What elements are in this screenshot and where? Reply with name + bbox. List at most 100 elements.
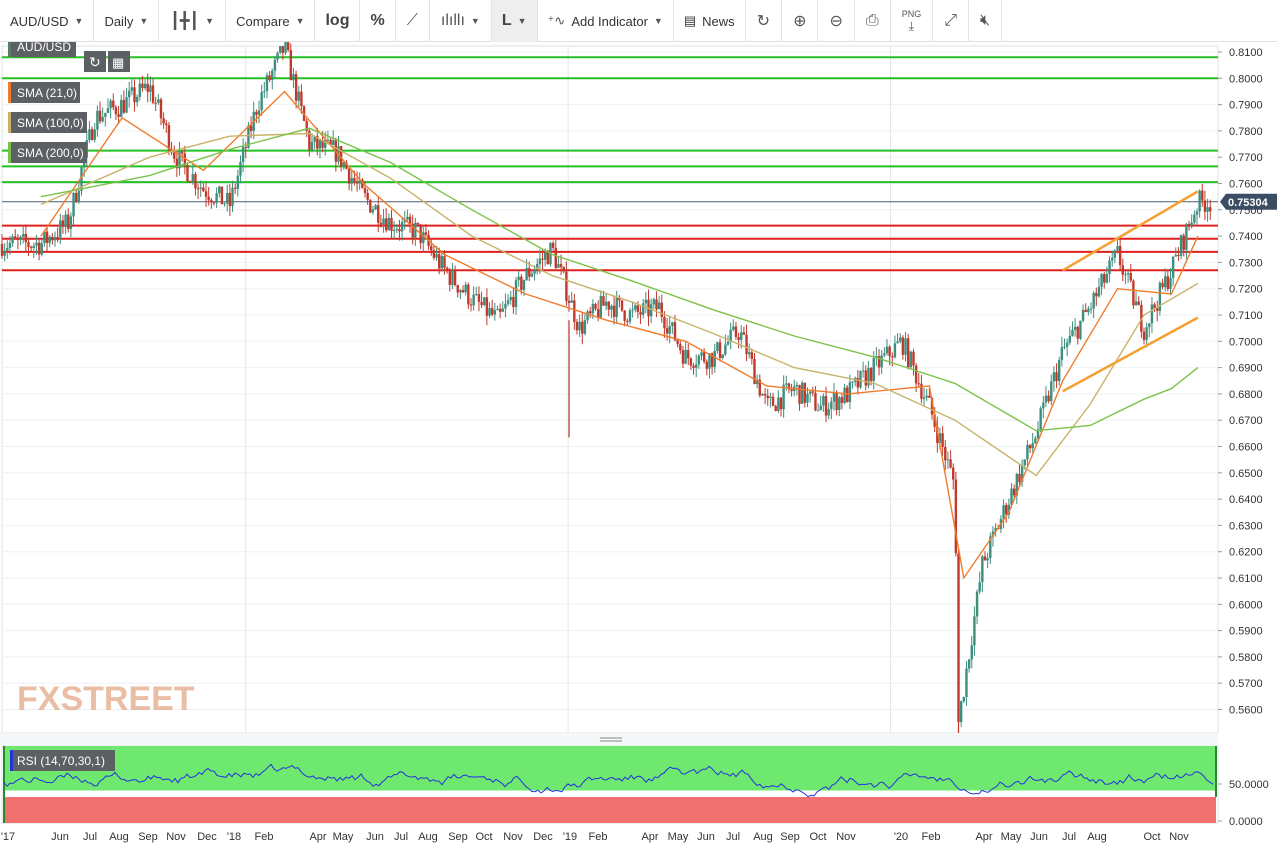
legend-label: SMA (100,0) xyxy=(17,116,84,130)
candle-body xyxy=(6,248,9,251)
candle-body xyxy=(1018,473,1021,483)
y-tick-label: 0.8000 xyxy=(1229,73,1263,85)
x-tick-label: Nov xyxy=(1169,831,1189,843)
candle-body xyxy=(1028,444,1032,449)
candle-body xyxy=(37,242,41,255)
candle-body xyxy=(740,332,743,340)
candle-body xyxy=(1039,408,1042,430)
candle-body xyxy=(880,355,883,368)
candle-body xyxy=(530,273,534,277)
candle-body xyxy=(165,123,168,126)
candle-body xyxy=(265,75,269,92)
candle-body xyxy=(1169,277,1172,289)
candle-body xyxy=(1126,273,1130,275)
line-tool-button[interactable]: L ▼ xyxy=(491,0,538,42)
refresh-button[interactable]: ↻ xyxy=(746,0,783,42)
legend-label: AUD/USD xyxy=(17,42,71,54)
x-tick-label: Aug xyxy=(109,831,129,843)
candle-body xyxy=(832,393,836,402)
candle-body xyxy=(851,381,854,383)
candle-body xyxy=(398,229,401,232)
candle-body xyxy=(681,350,685,364)
candle-body xyxy=(766,395,769,399)
zoom-in-button[interactable]: ⊕ xyxy=(782,0,819,42)
candle-body xyxy=(88,129,91,141)
candle-body xyxy=(228,192,232,207)
candle-body xyxy=(520,276,523,290)
news-button[interactable]: ▤ News xyxy=(674,0,746,42)
candle-body xyxy=(435,254,438,258)
y-tick-label: 0.6800 xyxy=(1229,389,1263,401)
candle-body xyxy=(104,112,107,117)
candle-body xyxy=(29,247,33,249)
x-tick-label: Apr xyxy=(975,831,992,843)
candle-body xyxy=(74,192,78,202)
price-chart[interactable]: 0.8100 0.8000 0.7900 0.7800 0.7700 0.7600 0.75… xyxy=(0,33,1277,853)
candle-body xyxy=(271,70,274,81)
candle-body xyxy=(634,305,637,310)
candle-body xyxy=(912,351,915,366)
candle-body xyxy=(1055,372,1058,382)
x-tick-label: Aug xyxy=(753,831,773,843)
x-tick-label: '19 xyxy=(563,831,577,843)
candle-body xyxy=(779,397,783,410)
candle-body xyxy=(565,271,568,301)
zoom-out-button[interactable]: ⊖ xyxy=(818,0,855,42)
percent-scale-button[interactable]: % xyxy=(360,0,396,42)
candle-body xyxy=(355,181,359,184)
y-tick-label: 0.7200 xyxy=(1229,284,1263,296)
mute-button[interactable]: 🔇︎ xyxy=(969,0,1003,42)
candle-body xyxy=(859,370,862,388)
candle-body xyxy=(45,231,49,243)
candle-body xyxy=(472,294,475,306)
candle-body xyxy=(467,284,470,305)
candle-body xyxy=(684,349,687,364)
candle-body xyxy=(157,99,160,103)
volume-button[interactable]: ılıllı ▼ xyxy=(430,0,492,42)
candle-body xyxy=(379,222,383,225)
candle-body xyxy=(1079,320,1082,339)
log-scale-button[interactable]: log xyxy=(315,0,361,42)
drawing-tools-button[interactable]: ⟋ xyxy=(396,0,430,42)
candle-body xyxy=(861,370,865,372)
candle-body xyxy=(906,338,910,368)
rsi-legend-swatch xyxy=(10,750,13,771)
candle-body xyxy=(745,334,748,355)
y-tick-label: 0.6700 xyxy=(1229,415,1263,427)
x-tick-label: Jun xyxy=(697,831,715,843)
candle-body xyxy=(395,229,398,231)
x-tick-label: Oct xyxy=(475,831,492,843)
candle-body xyxy=(840,397,844,403)
candle-body xyxy=(721,354,724,358)
candle-body xyxy=(369,199,372,213)
chevron-down-icon: ▼ xyxy=(653,16,663,26)
candle-body xyxy=(223,203,226,205)
x-tick-label: Aug xyxy=(1087,831,1107,843)
interval-selector[interactable]: Daily ▼ xyxy=(94,0,160,42)
y-tick-label: 0.6200 xyxy=(1229,547,1263,559)
y-tick-label: 0.7600 xyxy=(1229,179,1263,191)
x-tick-label: Jul xyxy=(394,831,408,843)
add-indicator-button[interactable]: ⁺∿ Add Indicator ▼ xyxy=(538,0,674,42)
chart-area[interactable]: 0.8100 0.8000 0.7900 0.7800 0.7700 0.7600 0.75… xyxy=(0,33,1277,853)
candle-body xyxy=(456,285,459,293)
candle-body xyxy=(687,349,690,359)
print-button[interactable]: ⎙ xyxy=(855,0,891,42)
candle-body xyxy=(260,92,263,111)
candle-body xyxy=(970,645,973,660)
candle-body xyxy=(276,52,279,60)
candle-body xyxy=(212,202,216,204)
candle-body xyxy=(660,302,663,317)
candle-body xyxy=(188,181,192,183)
png-export-button[interactable]: PNG ⤓ xyxy=(891,0,934,42)
candle-body xyxy=(440,256,444,269)
compare-button[interactable]: Compare ▼ xyxy=(226,0,316,42)
candle-body xyxy=(626,320,629,322)
candle-body xyxy=(615,297,618,317)
candlestick-type-button[interactable]: ┃╋┃ ▼ xyxy=(159,0,227,42)
symbol-selector[interactable]: AUD/USD ▼ xyxy=(0,0,95,42)
candle-body xyxy=(257,110,261,115)
fullscreen-button[interactable]: ⤢ xyxy=(933,0,970,42)
candle-body xyxy=(716,342,719,351)
candle-body xyxy=(1060,347,1064,361)
